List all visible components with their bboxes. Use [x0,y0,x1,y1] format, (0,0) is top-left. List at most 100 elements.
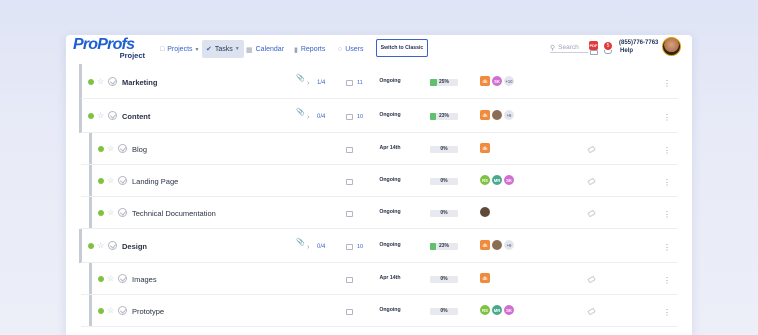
assignee-avatar[interactable]: dk [480,273,490,283]
tag-icon[interactable] [587,209,596,218]
more-options-icon[interactable]: ⋮ [663,244,671,252]
avatar[interactable] [662,37,681,56]
more-options-icon[interactable]: ⋮ [663,80,671,88]
pdf-icon[interactable]: PDF [589,41,598,50]
complete-checkbox[interactable] [108,77,117,86]
task-title[interactable]: Technical Documentation [132,209,216,218]
paperclip-icon[interactable]: 📎 [296,74,305,82]
comment-count[interactable]: 10 [357,114,363,120]
tag-icon[interactable] [587,145,596,154]
more-assignees-badge[interactable]: +10 [504,76,514,86]
assignee-avatar[interactable]: SK [504,175,514,185]
assignee-avatar[interactable] [480,207,490,217]
notification-badge[interactable]: 5 [604,42,612,50]
tag-icon[interactable] [587,275,596,284]
assignee-avatar[interactable]: SK [504,305,514,315]
table-row[interactable]: ☆ Technical Documentation Ongoing 0% ⋮ [66,197,692,229]
task-status[interactable]: Ongoing [372,209,408,215]
help-link[interactable]: Help [620,48,633,54]
assignee-avatar[interactable]: MR [492,305,502,315]
task-title[interactable]: Design [122,242,147,251]
task-title[interactable]: Images [132,275,157,284]
complete-checkbox[interactable] [118,144,127,153]
more-assignees-badge[interactable]: +9 [504,240,514,250]
comment-icon[interactable] [346,114,353,120]
star-icon[interactable]: ☆ [107,209,114,217]
table-row[interactable]: ☆ Design 📎 › 0/4 10 Ongoing 23% dk +9 ⋮ [66,229,692,263]
star-icon[interactable]: ☆ [107,307,114,315]
task-title[interactable]: Prototype [132,307,164,316]
more-options-icon[interactable]: ⋮ [663,309,671,317]
assignee-avatar[interactable]: SK [492,76,502,86]
comment-icon[interactable] [346,211,353,217]
assignee-avatar[interactable]: dk [480,143,490,153]
comment-icon[interactable] [346,277,353,283]
paperclip-icon[interactable]: 📎 [296,238,305,246]
task-status[interactable]: Apr 14th [372,275,408,281]
task-status[interactable]: Apr 14th [372,145,408,151]
search-input[interactable]: ⚲ Search [550,43,588,53]
comment-icon[interactable] [346,179,353,185]
task-status[interactable]: Ongoing [372,307,408,313]
star-icon[interactable]: ☆ [107,275,114,283]
task-status[interactable]: Ongoing [372,242,408,248]
comment-icon[interactable] [346,309,353,315]
subtask-count[interactable]: 0/4 [317,244,325,250]
switch-to-classic-button[interactable]: Switch to Classic [376,39,428,57]
task-status[interactable]: Ongoing [372,78,408,84]
proprofs-project-logo[interactable]: ProProfs Project [73,36,145,60]
star-icon[interactable]: ☆ [97,112,104,120]
assignee-avatar[interactable]: RS [480,175,490,185]
complete-checkbox[interactable] [108,111,117,120]
assignee-avatar[interactable]: MR [492,175,502,185]
star-icon[interactable]: ☆ [107,177,114,185]
complete-checkbox[interactable] [118,176,127,185]
nav-users[interactable]: ○ Users [338,41,364,58]
star-icon[interactable]: ☆ [107,145,114,153]
chevron-right-icon[interactable]: › [307,244,309,251]
more-options-icon[interactable]: ⋮ [663,114,671,122]
subtask-count[interactable]: 0/4 [317,114,325,120]
task-status[interactable]: Ongoing [372,112,408,118]
table-row[interactable]: ☆ Prototype Ongoing 0% RS MR SK ⋮ [66,295,692,327]
nav-reports[interactable]: ▮ Reports [294,41,325,58]
assignee-avatar[interactable]: RS [480,305,490,315]
more-options-icon[interactable]: ⋮ [663,179,671,187]
assignee-avatar[interactable] [492,240,502,250]
comment-count[interactable]: 10 [357,244,363,250]
comment-count[interactable]: 11 [357,80,363,86]
table-row[interactable]: ☆ Marketing 📎 › 1/4 11 Ongoing 25% dk SK +10 ⋮ [66,64,692,99]
table-row[interactable]: ☆ Landing Page Ongoing 0% RS MR SK ⋮ [66,165,692,197]
complete-checkbox[interactable] [118,306,127,315]
complete-checkbox[interactable] [108,241,117,250]
comment-icon[interactable] [346,147,353,153]
comment-icon[interactable] [346,244,353,250]
tag-icon[interactable] [587,307,596,316]
comment-icon[interactable] [346,80,353,86]
table-row[interactable]: ☆ Images Apr 14th 0% dk ⋮ [66,263,692,295]
more-options-icon[interactable]: ⋮ [663,277,671,285]
complete-checkbox[interactable] [118,208,127,217]
paperclip-icon[interactable]: 📎 [296,108,305,116]
task-title[interactable]: Content [122,112,150,121]
table-row[interactable]: ☆ Blog Apr 14th 0% dk ⋮ [66,133,692,165]
subtask-count[interactable]: 1/4 [317,80,325,86]
chevron-right-icon[interactable]: › [307,80,309,87]
nav-tasks[interactable]: ✔ Tasks ▼ [202,40,244,58]
task-title[interactable]: Blog [132,145,147,154]
task-title[interactable]: Landing Page [132,177,178,186]
assignee-avatar[interactable]: dk [480,110,490,120]
assignee-avatar[interactable] [492,110,502,120]
more-options-icon[interactable]: ⋮ [663,147,671,155]
assignee-avatar[interactable]: dk [480,76,490,86]
star-icon[interactable]: ☆ [97,242,104,250]
task-status[interactable]: Ongoing [372,177,408,183]
task-title[interactable]: Marketing [122,78,157,87]
bell-icon[interactable] [604,50,612,54]
tag-icon[interactable] [587,177,596,186]
more-options-icon[interactable]: ⋮ [663,211,671,219]
table-row[interactable]: ☆ Content 📎 › 0/4 10 Ongoing 23% dk +5 ⋮ [66,99,692,133]
star-icon[interactable]: ☆ [97,78,104,86]
more-assignees-badge[interactable]: +5 [504,110,514,120]
chevron-right-icon[interactable]: › [307,114,309,121]
